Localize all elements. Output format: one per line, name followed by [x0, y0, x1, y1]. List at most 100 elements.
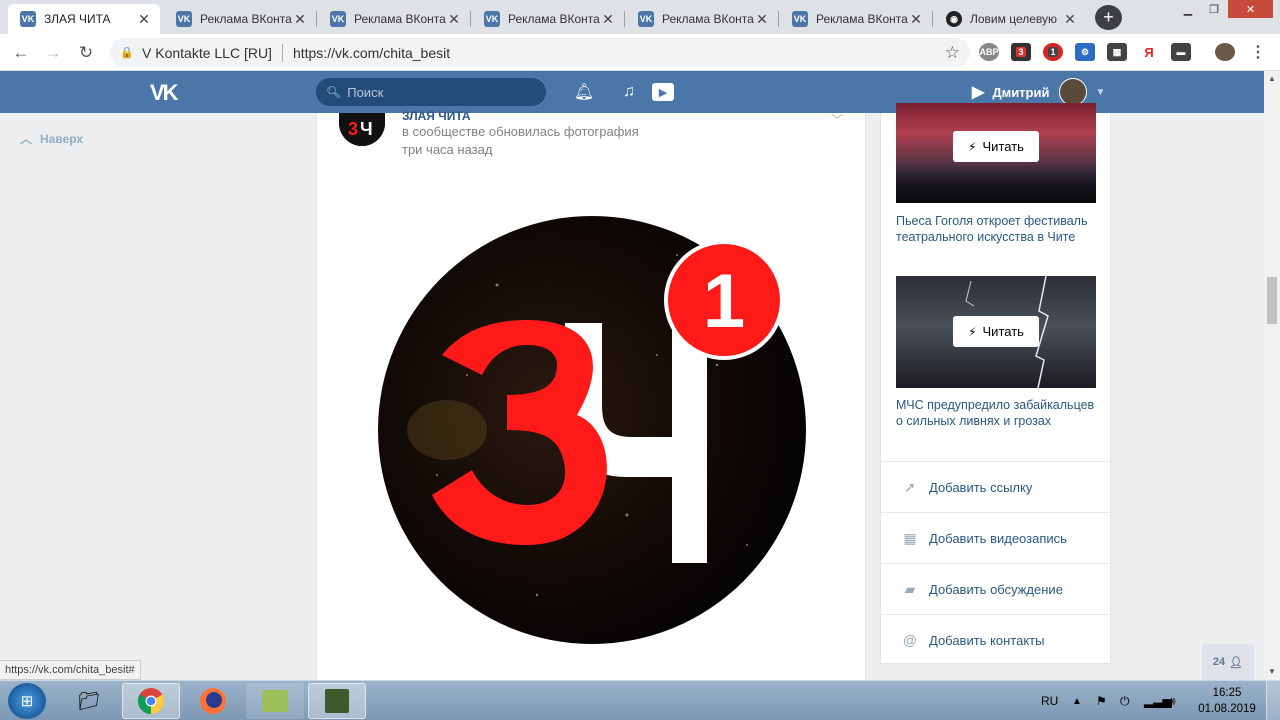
tray-expand-icon[interactable]: ▲ [1072, 681, 1082, 720]
scroll-thumb[interactable] [1267, 277, 1277, 324]
browser-tab[interactable]: VK Реклама ВКонта ✕ [164, 4, 316, 34]
gear-extension-icon[interactable]: ⚙ [1075, 43, 1095, 61]
browser-tab[interactable]: VK ЗЛАЯ ЧИТА ✕ [8, 4, 160, 34]
forward-arrow-icon[interactable]: → [42, 42, 64, 64]
post-time-link[interactable]: три часа назад [402, 142, 492, 157]
close-icon[interactable]: ✕ [136, 11, 152, 28]
file-explorer-icon[interactable]: 📁︎ [60, 683, 118, 719]
wall-post: 3 Ч ЗЛАЯ ЧИТА в сообществе обновилась фо… [316, 109, 866, 683]
notes-app-icon[interactable] [246, 683, 304, 719]
menu-dots-icon[interactable]: ⋮ [1248, 43, 1268, 61]
video-icon[interactable]: ▶ [652, 83, 674, 101]
friends-online-button[interactable]: 24 👤︎ [1202, 644, 1254, 680]
chrome-logo-icon [137, 688, 165, 715]
language-indicator[interactable]: RU [1041, 681, 1058, 720]
read-label: Читать [982, 324, 1024, 339]
back-to-top-link[interactable]: ︿ Наверх [20, 130, 83, 147]
plus-icon: + [1103, 7, 1114, 27]
news-image[interactable]: ⚡︎ Читать [896, 276, 1096, 388]
news-image[interactable]: ⚡︎ Читать [896, 103, 1096, 203]
back-arrow-icon[interactable]: ← [10, 42, 32, 64]
user-menu[interactable]: ▶ Дмитрий ▼ [972, 78, 1105, 106]
yandex-extension-icon[interactable]: Я [1139, 43, 1159, 61]
vk-favicon-icon: VK [330, 11, 346, 27]
bookmark-star-icon[interactable]: ☆ [945, 43, 960, 63]
tab-divider [316, 11, 317, 27]
close-window-button[interactable]: ✕ [1228, 0, 1273, 18]
sidebar-action-label: Добавить контакты [929, 632, 1045, 648]
close-icon[interactable]: ✕ [1062, 11, 1078, 28]
add-discussion-button[interactable]: ▰ Добавить обсуждение [881, 563, 1110, 614]
profile-avatar-icon[interactable] [1215, 43, 1235, 61]
add-link-button[interactable]: ➚ Добавить ссылку [881, 461, 1110, 512]
close-icon[interactable]: ✕ [754, 11, 770, 28]
restore-window-button[interactable]: ❐ [1201, 0, 1227, 18]
green-note-icon [262, 690, 288, 712]
play-icon[interactable]: ▶ [972, 82, 984, 102]
extension-icon[interactable]: 3 [1011, 43, 1031, 61]
browser-tab[interactable]: ◉ Ловим целевую ✕ [934, 4, 1086, 34]
badge-number: 1 [703, 259, 745, 344]
power-icon[interactable]: ⏻ [1120, 681, 1130, 720]
scroll-up-arrow-icon[interactable]: ▲ [1264, 71, 1280, 85]
browser-tab[interactable]: VK Реклама ВКонта ✕ [780, 4, 932, 34]
user-name: Дмитрий [992, 84, 1050, 100]
firefox-icon[interactable] [184, 683, 242, 719]
sidebar-action-label: Добавить обсуждение [929, 581, 1063, 597]
music-icon[interactable]: ♫ [619, 82, 639, 102]
community-avatar[interactable]: 3 Ч [339, 113, 385, 146]
taskbar-clock[interactable]: 16:25 01.08.2019 [1196, 685, 1258, 717]
close-icon[interactable]: ✕ [446, 11, 462, 28]
scroll-down-arrow-icon[interactable]: ▼ [1264, 664, 1280, 678]
browser-tab[interactable]: VK Реклама ВКонта ✕ [318, 4, 470, 34]
browser-tab[interactable]: VK Реклама ВКонта ✕ [472, 4, 624, 34]
browser-tab[interactable]: VK Реклама ВКонта ✕ [626, 4, 778, 34]
chrome-icon[interactable] [122, 683, 180, 719]
windows-start-icon[interactable]: ⊞ [8, 683, 46, 719]
tab-divider [470, 11, 471, 27]
reload-icon[interactable]: ↻ [75, 42, 97, 64]
vk-logo-icon[interactable]: VK [150, 80, 184, 105]
vk-favicon-icon: VK [792, 11, 808, 27]
show-desktop-button[interactable] [1266, 681, 1280, 720]
post-photo[interactable]: 1 [377, 215, 807, 645]
lock-icon: 🔒 [120, 47, 134, 59]
extension-icon[interactable]: ▬ [1171, 43, 1191, 61]
minimize-window-button[interactable]: ▁ [1175, 0, 1201, 18]
tab-label: Ловим целевую [970, 12, 1058, 26]
close-icon[interactable]: ✕ [292, 11, 308, 28]
new-tab-button[interactable]: + [1095, 5, 1122, 30]
svg-text:Ч: Ч [360, 119, 373, 139]
image-shade [896, 163, 1096, 203]
opera-extension-icon[interactable]: 1 [1043, 43, 1063, 61]
bell-icon[interactable]: 🔔︎ [574, 82, 594, 102]
clock-date: 01.08.2019 [1198, 703, 1256, 715]
search-input[interactable]: 🔍︎ Поиск [316, 78, 546, 106]
recorder-logo-icon [325, 689, 349, 713]
post-action-text: в сообществе обновилась фотография [402, 124, 639, 139]
close-icon[interactable]: ✕ [600, 11, 616, 28]
tab-divider [624, 11, 625, 27]
chevron-down-icon[interactable]: ﹀ [831, 111, 843, 128]
add-contacts-button[interactable]: @ Добавить контакты [881, 614, 1110, 665]
clock-time: 16:25 [1212, 687, 1242, 699]
close-icon[interactable]: ✕ [908, 11, 924, 28]
windows-taskbar: ⊞ 📁︎ RU ▲ ⚑ ⏻ ▂▃▅ 🔊︎ 16:25 01.08.2019 [0, 680, 1280, 720]
volume-icon[interactable]: 🔊︎ [1168, 681, 1176, 720]
post-author-link[interactable]: ЗЛАЯ ЧИТА [402, 109, 471, 123]
address-bar[interactable]: 🔒 V Kontakte LLC [RU] https://vk.com/chi… [110, 38, 970, 67]
add-video-button[interactable]: ▦ Добавить видеозапись [881, 512, 1110, 563]
news-title-link[interactable]: МЧС предупредило забайкальцев о сильных … [896, 397, 1096, 429]
page-scrollbar[interactable]: ▲ ▼ [1264, 71, 1280, 680]
status-bar-url: https://vk.com/chita_besit# [0, 660, 141, 680]
action-center-flag-icon[interactable]: ⚑ [1096, 681, 1107, 720]
extension-badge: 1 [1048, 47, 1058, 57]
camera-recorder-icon[interactable] [308, 683, 366, 719]
extension-icon[interactable]: ▦ [1107, 43, 1127, 61]
news-title-link[interactable]: Пьеса Гоголя откроет фестиваль театральн… [896, 213, 1096, 245]
read-button[interactable]: ⚡︎ Читать [953, 316, 1039, 347]
read-button[interactable]: ⚡︎ Читать [953, 131, 1039, 162]
person-icon: 👤︎ [1229, 656, 1244, 669]
abp-extension-icon[interactable]: ABP [979, 43, 999, 61]
vk-favicon-icon: VK [484, 11, 500, 27]
